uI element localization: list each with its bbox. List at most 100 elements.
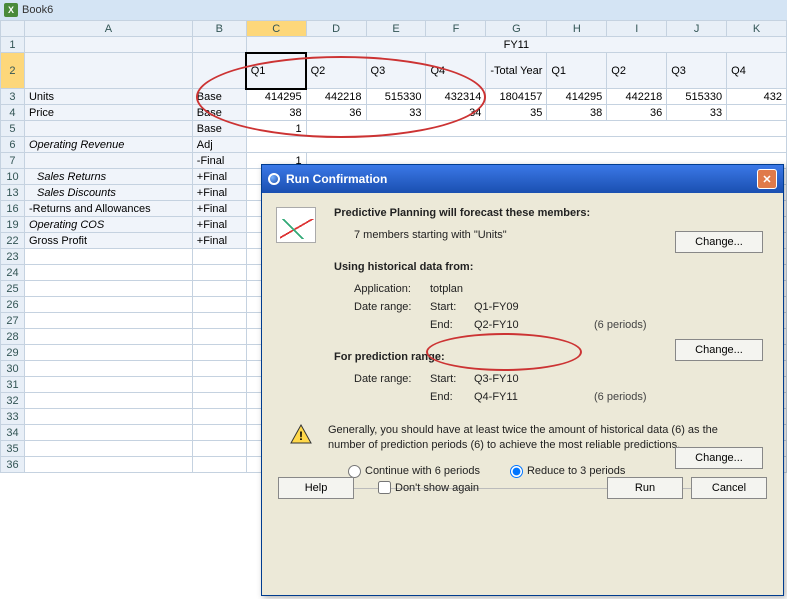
cell-row-label[interactable]: Units <box>24 89 192 105</box>
dont-show-input[interactable] <box>378 481 391 494</box>
cell[interactable]: 414295 <box>246 89 306 105</box>
cell[interactable] <box>24 345 192 361</box>
cell[interactable]: 432314 <box>426 89 486 105</box>
cell-active[interactable]: Q1 <box>246 53 306 89</box>
row-header-22[interactable]: 22 <box>1 233 25 249</box>
row-header-24[interactable]: 24 <box>1 265 25 281</box>
cell[interactable] <box>24 37 192 53</box>
cell[interactable] <box>24 53 192 89</box>
row-header-30[interactable]: 30 <box>1 361 25 377</box>
change-prediction-button[interactable]: Change... <box>675 447 763 469</box>
row-header-31[interactable]: 31 <box>1 377 25 393</box>
row-header-5[interactable]: 5 <box>1 121 25 137</box>
cell[interactable] <box>192 425 246 441</box>
row-header-23[interactable]: 23 <box>1 249 25 265</box>
cell[interactable]: Q4 <box>727 53 787 89</box>
cell[interactable] <box>192 329 246 345</box>
cell[interactable] <box>24 441 192 457</box>
change-historical-button[interactable]: Change... <box>675 339 763 361</box>
cell[interactable]: 1804157 <box>486 89 547 105</box>
cell[interactable] <box>24 281 192 297</box>
cell[interactable]: 515330 <box>366 89 426 105</box>
cell[interactable] <box>24 393 192 409</box>
col-header-a[interactable]: A <box>24 21 192 37</box>
row-header-28[interactable]: 28 <box>1 329 25 345</box>
cell[interactable]: 36 <box>306 105 366 121</box>
cell[interactable] <box>192 297 246 313</box>
cell[interactable]: +Final <box>192 169 246 185</box>
cell[interactable] <box>192 361 246 377</box>
cell[interactable]: 38 <box>547 105 607 121</box>
row-header-7[interactable]: 7 <box>1 153 25 169</box>
cell[interactable] <box>24 153 192 169</box>
cell[interactable] <box>727 105 787 121</box>
cell[interactable] <box>246 137 786 153</box>
cell-fy-header[interactable]: FY11 <box>246 37 786 53</box>
cell[interactable]: -Final <box>192 153 246 169</box>
cell[interactable]: 442218 <box>306 89 366 105</box>
cell[interactable] <box>192 53 246 89</box>
cell[interactable] <box>192 457 246 473</box>
cell[interactable]: +Final <box>192 201 246 217</box>
cell[interactable] <box>24 249 192 265</box>
cell[interactable]: +Final <box>192 217 246 233</box>
row-header-16[interactable]: 16 <box>1 201 25 217</box>
cell[interactable] <box>192 281 246 297</box>
cell-row-label[interactable]: Operating COS <box>24 217 192 233</box>
row-header-35[interactable]: 35 <box>1 441 25 457</box>
cell[interactable]: Q3 <box>667 53 727 89</box>
cell[interactable] <box>24 297 192 313</box>
cell-row-label[interactable]: Price <box>24 105 192 121</box>
cell[interactable] <box>24 313 192 329</box>
cell[interactable] <box>192 409 246 425</box>
dialog-titlebar[interactable]: Run Confirmation ✕ <box>262 165 783 193</box>
cell-row-label[interactable]: Sales Discounts <box>24 185 192 201</box>
cell[interactable]: 36 <box>607 105 667 121</box>
cell[interactable] <box>24 121 192 137</box>
cell-row-label[interactable]: -Returns and Allowances <box>24 201 192 217</box>
cell[interactable]: 432 <box>727 89 787 105</box>
row-header-13[interactable]: 13 <box>1 185 25 201</box>
row-header-10[interactable]: 10 <box>1 169 25 185</box>
cell-row-label[interactable]: Sales Returns <box>24 169 192 185</box>
cell[interactable] <box>192 393 246 409</box>
cell[interactable] <box>24 265 192 281</box>
row-header-29[interactable]: 29 <box>1 345 25 361</box>
cell[interactable] <box>192 265 246 281</box>
cell[interactable]: 1 <box>246 121 306 137</box>
cell[interactable]: 38 <box>246 105 306 121</box>
cell[interactable] <box>192 377 246 393</box>
cell[interactable] <box>24 361 192 377</box>
cell[interactable] <box>306 121 786 137</box>
cell[interactable]: Base <box>192 121 246 137</box>
row-header-1[interactable]: 1 <box>1 37 25 53</box>
col-header-e[interactable]: E <box>366 21 426 37</box>
col-header-j[interactable]: J <box>667 21 727 37</box>
cell[interactable]: +Final <box>192 185 246 201</box>
cell[interactable]: 33 <box>667 105 727 121</box>
cell[interactable]: -Total Year <box>486 53 547 89</box>
col-header-i[interactable]: I <box>607 21 667 37</box>
cell[interactable]: Q1 <box>547 53 607 89</box>
row-header-27[interactable]: 27 <box>1 313 25 329</box>
row-header-3[interactable]: 3 <box>1 89 25 105</box>
cell-row-label[interactable]: Operating Revenue <box>24 137 192 153</box>
cell[interactable] <box>192 345 246 361</box>
cell[interactable]: 442218 <box>607 89 667 105</box>
cell[interactable]: Base <box>192 89 246 105</box>
row-header-32[interactable]: 32 <box>1 393 25 409</box>
select-all-corner[interactable] <box>1 21 25 37</box>
dont-show-again-checkbox[interactable]: Don't show again <box>378 481 479 494</box>
cell[interactable]: Q2 <box>607 53 667 89</box>
col-header-g[interactable]: G <box>486 21 547 37</box>
row-header-26[interactable]: 26 <box>1 297 25 313</box>
row-header-6[interactable]: 6 <box>1 137 25 153</box>
col-header-d[interactable]: D <box>306 21 366 37</box>
row-header-19[interactable]: 19 <box>1 217 25 233</box>
col-header-f[interactable]: F <box>426 21 486 37</box>
cell[interactable]: 33 <box>366 105 426 121</box>
cell[interactable]: Adj <box>192 137 246 153</box>
cell[interactable]: +Final <box>192 233 246 249</box>
cell[interactable] <box>24 409 192 425</box>
row-header-36[interactable]: 36 <box>1 457 25 473</box>
